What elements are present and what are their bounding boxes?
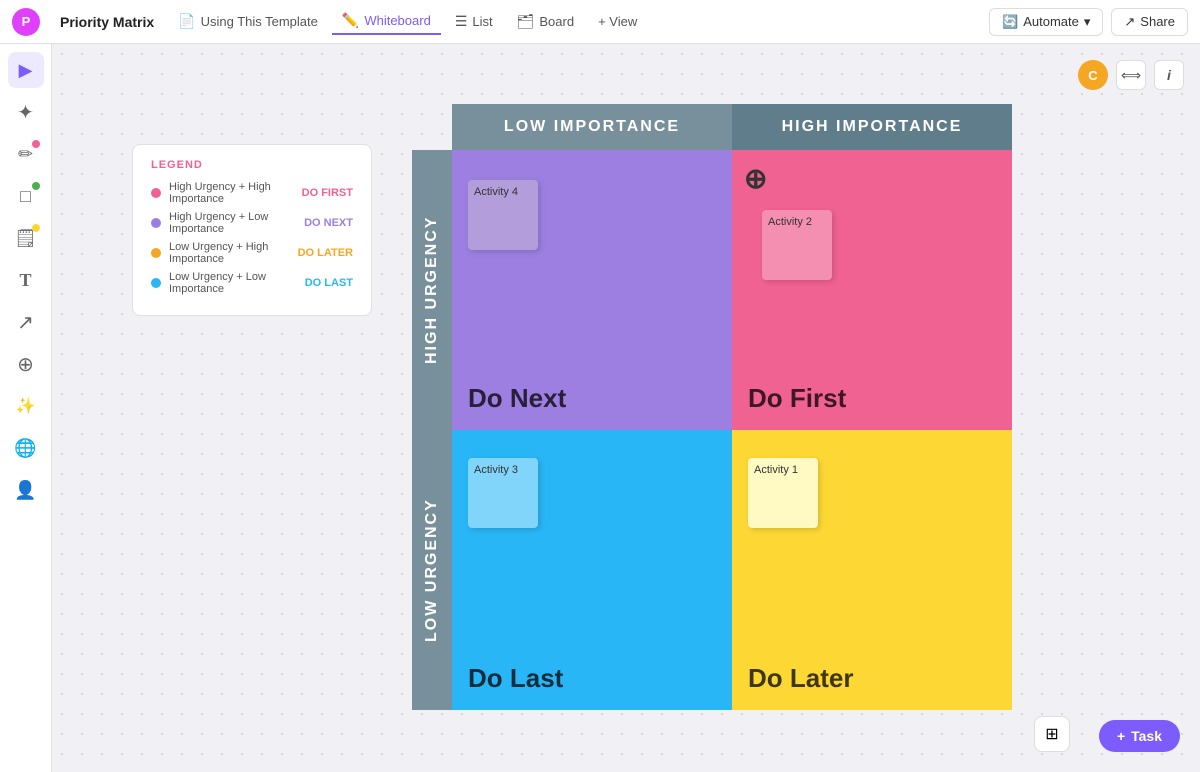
quadrant-label-do-first: Do First — [748, 383, 846, 414]
tool-magic[interactable]: ✦ — [8, 94, 44, 130]
nav-item-add-view[interactable]: + View — [588, 10, 647, 33]
grid-view-button[interactable]: ⊞ — [1034, 716, 1070, 752]
legend-dot-do-first — [151, 188, 161, 198]
sparkle-icon: ✨ — [16, 396, 36, 416]
info-icon: i — [1167, 67, 1171, 83]
automate-chevron-icon: ▾ — [1084, 14, 1091, 30]
fit-view-button[interactable]: ⟺ — [1116, 60, 1146, 90]
legend-tag-do-first: DO FIRST — [302, 187, 353, 199]
connect-icon: ⊕ — [17, 352, 34, 377]
sticky-activity4[interactable]: Activity 4 — [468, 180, 538, 250]
legend: LEGEND High Urgency + High Importance DO… — [132, 144, 372, 316]
legend-item-do-later: Low Urgency + High Importance DO LATER — [151, 241, 353, 265]
sticky-activity1[interactable]: Activity 1 — [748, 458, 818, 528]
nav-item-priority-matrix[interactable]: Priority Matrix — [50, 10, 164, 34]
tool-connect[interactable]: ⊕ — [8, 346, 44, 382]
importance-icon: ⊕ — [744, 162, 767, 195]
legend-label-do-later: Low Urgency + High Importance — [169, 241, 290, 265]
template-icon: 📄 — [178, 13, 195, 30]
legend-title: LEGEND — [151, 159, 353, 171]
legend-label-do-first: High Urgency + High Importance — [169, 181, 294, 205]
nav-item-list[interactable]: ☰ List — [445, 9, 503, 34]
sticky-activity2[interactable]: Activity 2 — [762, 210, 832, 280]
tool-shape[interactable]: □ — [8, 178, 44, 214]
row-label-low-urgency: LOW URGENCY — [412, 430, 452, 710]
magic-icon: ✦ — [17, 100, 34, 125]
tool-sparkle[interactable]: ✨ — [8, 388, 44, 424]
legend-label-do-next: High Urgency + Low Importance — [169, 211, 296, 235]
text-icon: T — [19, 270, 31, 291]
quadrant-label-do-last: Do Last — [468, 663, 563, 694]
task-plus-icon: + — [1117, 728, 1125, 744]
legend-dot-do-later — [151, 248, 161, 258]
canvas[interactable]: C ⟺ i LEGEND High Urgency + High Importa… — [52, 44, 1200, 772]
tool-globe[interactable]: 🌐 — [8, 430, 44, 466]
tool-note[interactable]: 🗒 — [8, 220, 44, 256]
canvas-controls: C ⟺ i — [1078, 60, 1184, 90]
tool-person[interactable]: 👤 — [8, 472, 44, 508]
legend-tag-do-later: DO LATER — [298, 247, 353, 259]
quadrant-do-first[interactable]: ⊕ Activity 2 Do First — [732, 150, 1012, 430]
legend-tag-do-next: DO NEXT — [304, 217, 353, 229]
priority-matrix: LOW IMPORTANCE HIGH IMPORTANCE HIGH URGE… — [412, 104, 1012, 710]
main-layout: ▶ ✦ ✏ □ 🗒 T ↗ ⊕ ✨ 🌐 — [0, 44, 1200, 772]
tool-line[interactable]: ↗ — [8, 304, 44, 340]
quadrant-label-do-later: Do Later — [748, 663, 853, 694]
tool-pen[interactable]: ✏ — [8, 136, 44, 172]
matrix-row-high-urgency: HIGH URGENCY Activity 4 Do Next ⊕ Activi… — [412, 150, 1012, 430]
shape-dot — [32, 182, 40, 190]
tool-select[interactable]: ▶ — [8, 52, 44, 88]
board-icon: 🗂 — [517, 13, 535, 30]
pen-icon: ✏ — [18, 144, 33, 165]
person-icon: 👤 — [14, 480, 36, 501]
nav-item-board[interactable]: 🗂 Board — [507, 9, 584, 34]
fit-view-icon: ⟺ — [1121, 67, 1141, 84]
quadrant-do-last[interactable]: Activity 3 Do Last — [452, 430, 732, 710]
legend-dot-do-next — [151, 218, 161, 228]
user-avatar[interactable]: C — [1078, 60, 1108, 90]
globe-icon: 🌐 — [14, 438, 36, 459]
grid-icon: ⊞ — [1045, 724, 1058, 744]
share-icon: ↗ — [1124, 14, 1135, 30]
row-label-high-urgency: HIGH URGENCY — [412, 150, 452, 430]
app-logo: P — [12, 8, 40, 36]
nav-item-using-template[interactable]: 📄 Using This Template — [168, 9, 328, 34]
shape-icon: □ — [20, 186, 31, 207]
header-right: 🔄 Automate ▾ ↗ Share — [989, 8, 1188, 36]
nav-item-whiteboard[interactable]: ✏️ Whiteboard — [332, 8, 441, 35]
select-icon: ▶ — [19, 60, 33, 81]
legend-tag-do-last: DO LAST — [305, 277, 353, 289]
tool-text[interactable]: T — [8, 262, 44, 298]
sticky-activity3[interactable]: Activity 3 — [468, 458, 538, 528]
whiteboard-icon: ✏️ — [342, 12, 359, 29]
list-icon: ☰ — [455, 13, 468, 30]
legend-item-do-last: Low Urgency + Low Importance DO LAST — [151, 271, 353, 295]
share-button[interactable]: ↗ Share — [1111, 8, 1188, 36]
legend-dot-do-last — [151, 278, 161, 288]
pen-dot — [32, 140, 40, 148]
col-header-high-importance: HIGH IMPORTANCE — [732, 104, 1012, 150]
matrix-row-low-urgency: LOW URGENCY Activity 3 Do Last Activity … — [412, 430, 1012, 710]
automate-icon: 🔄 — [1002, 14, 1018, 30]
col-header-low-importance: LOW IMPORTANCE — [452, 104, 732, 150]
task-button[interactable]: + Task — [1099, 720, 1180, 752]
col-headers: LOW IMPORTANCE HIGH IMPORTANCE — [452, 104, 1012, 150]
legend-item-do-next: High Urgency + Low Importance DO NEXT — [151, 211, 353, 235]
legend-item-do-first: High Urgency + High Importance DO FIRST — [151, 181, 353, 205]
quadrant-do-later[interactable]: Activity 1 Do Later — [732, 430, 1012, 710]
info-button[interactable]: i — [1154, 60, 1184, 90]
note-dot — [32, 224, 40, 232]
automate-button[interactable]: 🔄 Automate ▾ — [989, 8, 1103, 36]
quadrant-label-do-next: Do Next — [468, 383, 566, 414]
line-icon: ↗ — [17, 310, 34, 335]
quadrant-do-next[interactable]: Activity 4 Do Next — [452, 150, 732, 430]
sidebar: ▶ ✦ ✏ □ 🗒 T ↗ ⊕ ✨ 🌐 — [0, 44, 52, 772]
legend-label-do-last: Low Urgency + Low Importance — [169, 271, 297, 295]
header: P Priority Matrix 📄 Using This Template … — [0, 0, 1200, 44]
